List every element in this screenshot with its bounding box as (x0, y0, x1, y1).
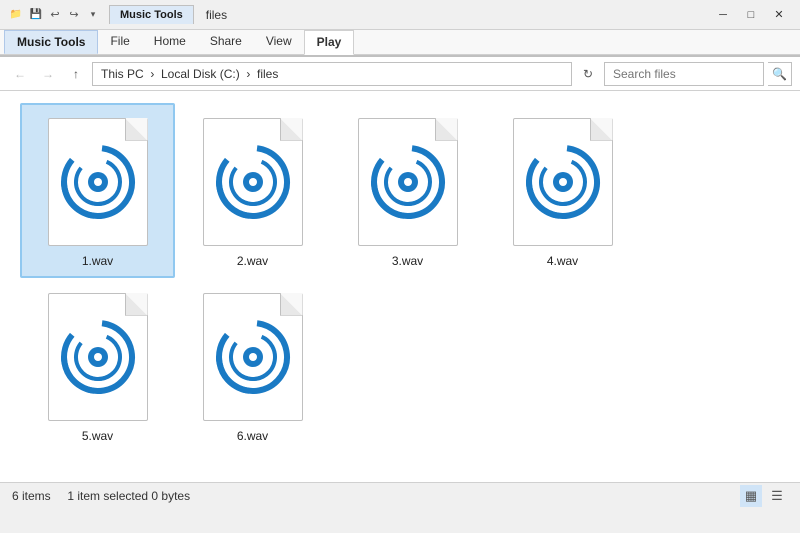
file-name: 3.wav (392, 254, 423, 268)
address-bar: ← → ↑ ↻ 🔍 (0, 57, 800, 91)
selection-info: 1 item selected 0 bytes (67, 489, 190, 503)
ribbon-music-tools[interactable]: Music Tools (4, 30, 98, 54)
search-input[interactable] (604, 62, 764, 86)
file-icon (38, 288, 158, 425)
back-button[interactable]: ← (8, 62, 32, 86)
wav-disc-icon (213, 317, 293, 397)
doc-shape (48, 118, 148, 246)
file-name: 4.wav (547, 254, 578, 268)
wav-disc-icon (58, 317, 138, 397)
minimize-button[interactable]: ─ (710, 3, 736, 27)
status-bar: 6 items 1 item selected 0 bytes ▦ ☰ (0, 482, 800, 508)
refresh-button[interactable]: ↻ (576, 62, 600, 86)
file-area: 1.wav (0, 91, 800, 482)
doc-shape (48, 293, 148, 421)
wav-disc-icon (523, 142, 603, 222)
window-controls: ─ □ ✕ (710, 3, 792, 27)
undo-icon[interactable]: ↩ (47, 7, 63, 23)
file-name: 5.wav (82, 429, 113, 443)
ribbon: Music Tools File Home Share View Play (0, 30, 800, 57)
file-name: 1.wav (82, 254, 113, 268)
doc-shape (513, 118, 613, 246)
wav-disc-icon (368, 142, 448, 222)
tab-play[interactable]: Play (304, 30, 355, 55)
view-controls: ▦ ☰ (740, 485, 788, 507)
file-item[interactable]: 4.wav (485, 103, 640, 278)
file-item[interactable]: 6.wav (175, 278, 330, 453)
file-icon (38, 113, 158, 250)
file-item[interactable]: 1.wav (20, 103, 175, 278)
search-icon[interactable]: 🔍 (768, 62, 792, 86)
close-button[interactable]: ✕ (766, 3, 792, 27)
doc-shape (358, 118, 458, 246)
quick-access: 💾 ↩ ↪ ▾ (28, 7, 101, 23)
file-item[interactable]: 5.wav (20, 278, 175, 453)
save-icon[interactable]: 💾 (28, 7, 44, 23)
file-icon (193, 288, 313, 425)
window-title: files (206, 8, 227, 22)
file-icon (348, 113, 468, 250)
tab-share[interactable]: Share (198, 30, 254, 54)
redo-icon[interactable]: ↪ (66, 7, 82, 23)
file-name: 2.wav (237, 254, 268, 268)
up-button[interactable]: ↑ (64, 62, 88, 86)
dropdown-icon[interactable]: ▾ (85, 7, 101, 23)
file-item[interactable]: 3.wav (330, 103, 485, 278)
title-bar: 📁 💾 ↩ ↪ ▾ Music Tools files ─ □ ✕ (0, 0, 800, 30)
forward-button[interactable]: → (36, 62, 60, 86)
file-icon (193, 113, 313, 250)
list-view-button[interactable]: ☰ (766, 485, 788, 507)
app-icon: 📁 (8, 7, 24, 23)
file-name: 6.wav (237, 429, 268, 443)
file-item[interactable]: 2.wav (175, 103, 330, 278)
status-text: 6 items 1 item selected 0 bytes (12, 489, 190, 503)
wav-disc-icon (213, 142, 293, 222)
doc-shape (203, 293, 303, 421)
music-tools-tab[interactable]: Music Tools (109, 5, 194, 24)
tab-file[interactable]: File (98, 30, 141, 54)
large-icon-view-button[interactable]: ▦ (740, 485, 762, 507)
tab-view[interactable]: View (254, 30, 304, 54)
address-input[interactable] (92, 62, 572, 86)
file-icon (503, 113, 623, 250)
tab-home[interactable]: Home (142, 30, 198, 54)
wav-disc-icon (58, 142, 138, 222)
maximize-button[interactable]: □ (738, 3, 764, 27)
item-count: 6 items (12, 489, 51, 503)
ribbon-tabs: Music Tools File Home Share View Play (0, 30, 800, 55)
title-bar-left: 📁 💾 ↩ ↪ ▾ Music Tools files (8, 5, 227, 24)
doc-shape (203, 118, 303, 246)
